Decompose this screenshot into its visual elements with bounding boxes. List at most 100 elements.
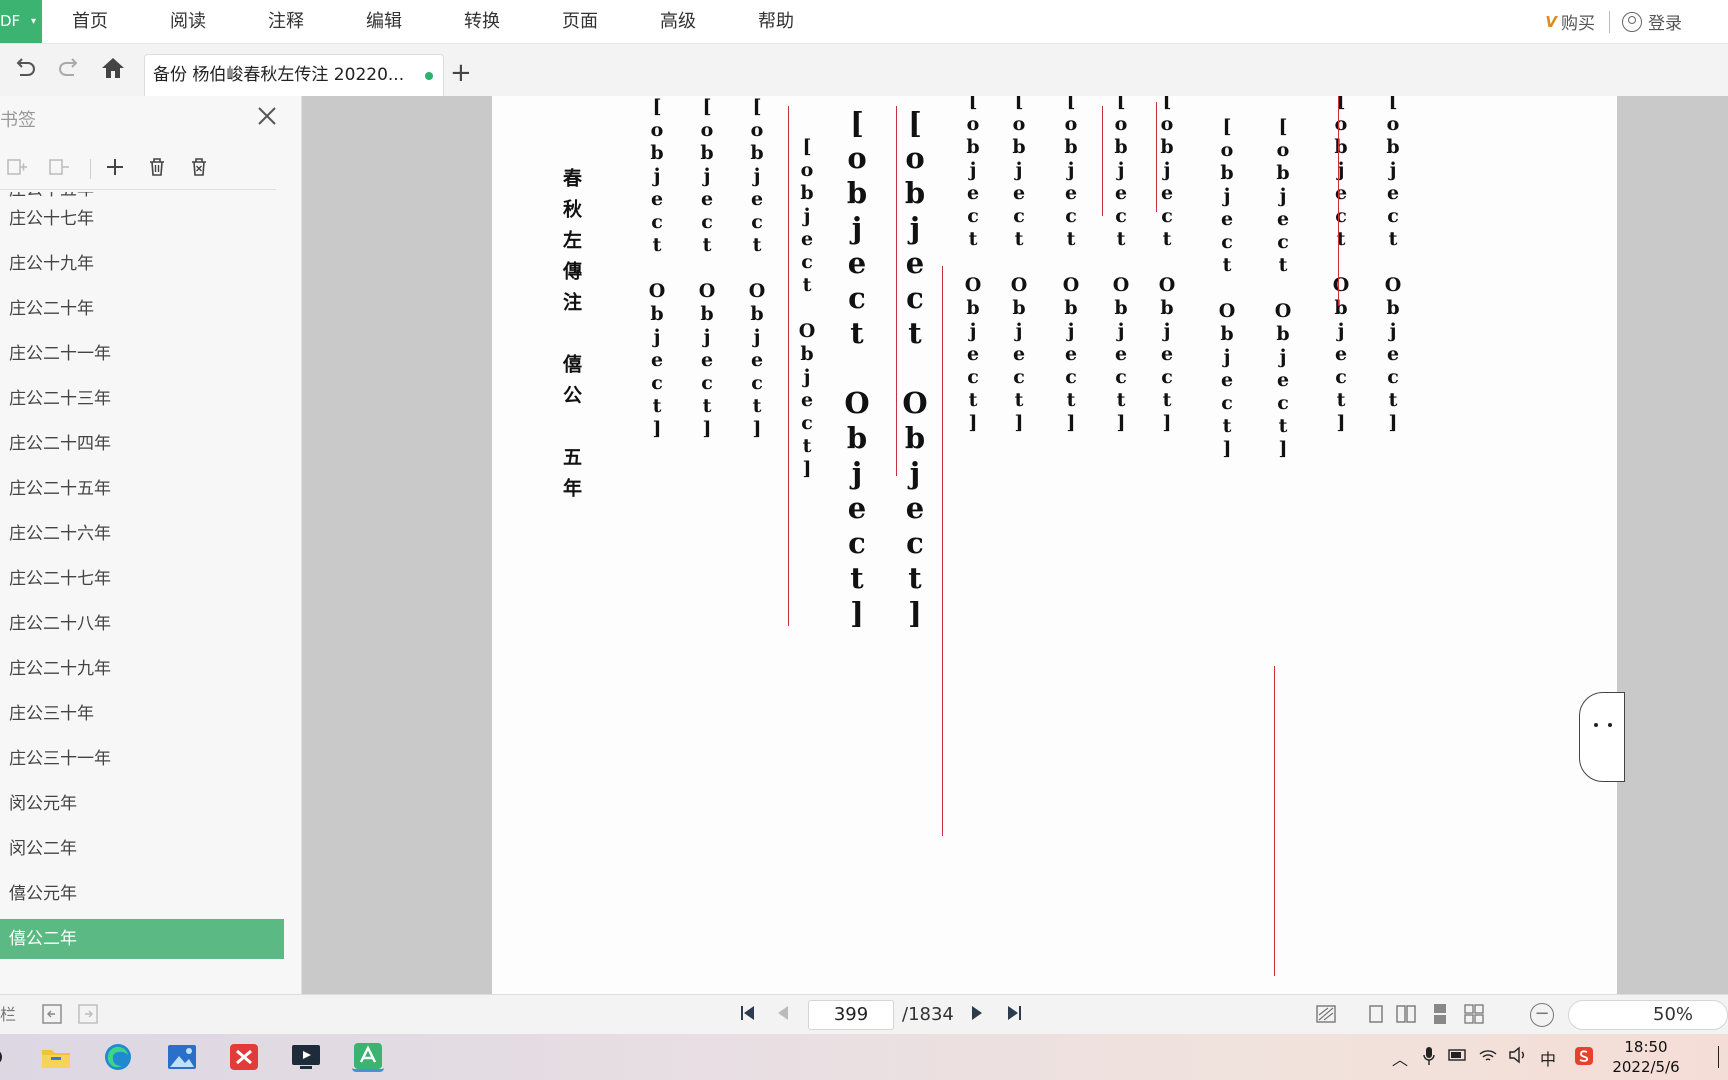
wifi-icon[interactable]: [1478, 1046, 1498, 1068]
zoom-level-select[interactable]: 50%: [1568, 1000, 1728, 1030]
redo-icon[interactable]: [54, 54, 84, 84]
zoom-level: 50%: [1653, 1004, 1694, 1025]
text-column: [object Object]: [962, 96, 984, 435]
text-column: [object Object]: [696, 96, 718, 441]
login-label: 登录: [1648, 14, 1682, 34]
bookmark-item[interactable]: 庄公十九年: [0, 244, 284, 284]
volume-icon[interactable]: [1508, 1046, 1528, 1068]
book-mode-icon[interactable]: [1462, 1003, 1486, 1027]
text-column: [object Object]: [796, 136, 818, 481]
home-icon[interactable]: [98, 54, 128, 84]
menu-page[interactable]: 页面: [562, 0, 598, 43]
os-taskbar: ︿ 中 18:50 2022/5/6: [0, 1034, 1728, 1080]
delete-bookmark-icon[interactable]: [144, 156, 170, 182]
file-explorer-icon[interactable]: [40, 1042, 72, 1072]
xmind-icon[interactable]: [228, 1042, 260, 1072]
bookmark-scrollbar[interactable]: [284, 192, 294, 992]
undo-icon[interactable]: [10, 54, 40, 84]
show-desktop-button[interactable]: [1718, 1046, 1722, 1068]
annotation-mark: [1338, 96, 1340, 306]
previous-page-icon[interactable]: [770, 1002, 796, 1028]
page-running-header: 春秋左傳注 僖公 五年: [560, 168, 582, 509]
bookmark-item[interactable]: 庄公二十五年: [0, 469, 284, 509]
continuous-page-icon[interactable]: [1428, 1003, 1452, 1027]
annotation-mark: [788, 106, 790, 626]
annotation-mark: [1274, 666, 1276, 976]
menu-edit[interactable]: 编辑: [366, 0, 402, 43]
document-page: [object Object] [object Object] [object …: [492, 96, 1625, 994]
input-method-indicator[interactable]: 中: [1540, 1046, 1556, 1070]
bookmark-item-active[interactable]: 僖公二年: [0, 919, 284, 959]
bookmark-item[interactable]: 闵公二年: [0, 829, 284, 869]
text-column: [object Object]: [646, 96, 668, 441]
sogou-ime-icon[interactable]: [1574, 1046, 1594, 1070]
text-column-main: [object Object]: [840, 106, 874, 631]
page-number-input[interactable]: 399: [808, 1000, 894, 1030]
tab-document-title: 备份 杨伯峻春秋左传注 20220...: [153, 65, 405, 85]
zoom-out-button[interactable]: −: [1530, 1003, 1554, 1027]
next-page-icon[interactable]: [964, 1002, 990, 1028]
bookmark-item[interactable]: 庄公十七年: [0, 199, 284, 239]
sidebar-toggle-label[interactable]: 栏: [0, 1003, 16, 1027]
login-button[interactable]: 登录: [1622, 9, 1682, 34]
screen-recorder-icon[interactable]: [290, 1042, 322, 1072]
last-page-icon[interactable]: [1002, 1002, 1028, 1028]
edge-browser-icon[interactable]: [102, 1042, 134, 1072]
buy-button[interactable]: V 购买: [1545, 9, 1595, 35]
bookmark-item[interactable]: 庄公二十四年: [0, 424, 284, 464]
new-tab-button[interactable]: +: [450, 58, 472, 88]
bookmark-item[interactable]: 庄公二十八年: [0, 604, 284, 644]
bookmark-item[interactable]: 庄公二十一年: [0, 334, 284, 374]
bookmark-panel: 书签 庄公十五年 庄公十七年 庄公十九年 庄公二十年 庄公二十一年 庄公二十三年…: [0, 96, 302, 994]
pdf-reader-taskbar-icon[interactable]: [352, 1042, 384, 1072]
annotation-mark: [896, 106, 898, 476]
chevron-up-icon[interactable]: ︿: [1392, 1046, 1408, 1070]
bookmark-item[interactable]: 闵公元年: [0, 784, 284, 824]
text-column: [object Object]: [1156, 96, 1178, 435]
text-column: [object Object]: [1272, 116, 1294, 461]
bookmark-item[interactable]: 僖公元年: [0, 874, 284, 914]
menu-help[interactable]: 帮助: [758, 0, 794, 43]
system-clock[interactable]: 18:50 2022/5/6: [1610, 1037, 1682, 1077]
user-icon: [1622, 11, 1642, 32]
bookmark-item[interactable]: 庄公二十九年: [0, 649, 284, 689]
menu-home[interactable]: 首页: [72, 0, 108, 43]
microphone-icon[interactable]: [1422, 1046, 1436, 1070]
bookmark-item[interactable]: 庄公三十年: [0, 694, 284, 734]
page-total: /1834: [902, 1004, 954, 1025]
previous-view-icon[interactable]: [40, 1003, 64, 1027]
document-viewer[interactable]: [object Object] [object Object] [object …: [302, 96, 1728, 994]
start-icon[interactable]: [0, 1042, 6, 1072]
account-area: V 购买 登录: [1545, 0, 1728, 43]
close-icon[interactable]: [254, 104, 280, 130]
bookmark-item[interactable]: 庄公二十六年: [0, 514, 284, 554]
bookmark-item[interactable]: 庄公二十三年: [0, 379, 284, 419]
menu-read[interactable]: 阅读: [170, 0, 206, 43]
tab-bar: 备份 杨伯峻春秋左传注 20220... +: [0, 44, 1728, 96]
app-menu-button[interactable]: DF ▾: [0, 0, 42, 43]
photos-icon[interactable]: [166, 1042, 198, 1072]
single-page-icon[interactable]: [1364, 1003, 1388, 1027]
first-page-icon[interactable]: [734, 1002, 760, 1028]
assistant-mascot-icon[interactable]: [1579, 692, 1625, 782]
menu-convert[interactable]: 转换: [464, 0, 500, 43]
tab-document[interactable]: 备份 杨伯峻春秋左传注 20220...: [144, 54, 444, 96]
background-icon[interactable]: [1314, 1003, 1338, 1027]
bookmark-list: 庄公十五年 庄公十七年 庄公十九年 庄公二十年 庄公二十一年 庄公二十三年 庄公…: [0, 192, 284, 992]
expand-all-icon[interactable]: [4, 156, 30, 182]
bookmark-item[interactable]: 庄公二十七年: [0, 559, 284, 599]
menu-annotate[interactable]: 注释: [268, 0, 304, 43]
annotation-mark: [942, 266, 944, 836]
menu-advanced[interactable]: 高级: [660, 0, 696, 43]
clock-time: 18:50: [1624, 1038, 1668, 1056]
app-menu-label: DF: [0, 12, 21, 30]
add-bookmark-icon[interactable]: [102, 156, 128, 182]
mascot-eye: [1594, 723, 1598, 727]
battery-icon[interactable]: [1448, 1046, 1468, 1068]
delete-all-bookmarks-icon[interactable]: [186, 156, 212, 182]
bookmark-item[interactable]: 庄公三十一年: [0, 739, 284, 779]
collapse-all-icon[interactable]: [46, 156, 72, 182]
bookmark-item[interactable]: 庄公二十年: [0, 289, 284, 329]
double-page-icon[interactable]: [1394, 1003, 1418, 1027]
next-view-icon[interactable]: [76, 1003, 100, 1027]
